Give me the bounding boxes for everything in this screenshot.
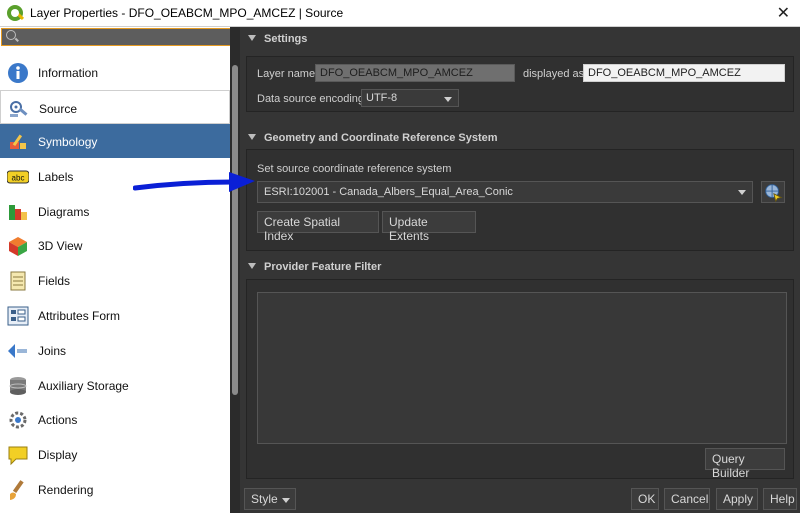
layer-name-label: Layer name [257, 68, 316, 80]
sidebar-item-label: Actions [38, 413, 78, 427]
sidebar-item-label: Source [39, 102, 78, 116]
auxiliary-storage-icon [9, 377, 27, 395]
sidebar-item-rendering[interactable]: Rendering [0, 472, 230, 506]
settings-section-header[interactable]: Settings [240, 27, 800, 49]
filter-section-header[interactable]: Provider Feature Filter [240, 255, 800, 277]
update-extents-button[interactable]: Update Extents [382, 211, 476, 243]
crs-selector-button[interactable] [761, 181, 785, 203]
sidebar-item-label: Symbology [38, 135, 98, 149]
sidebar-item-source[interactable]: Source [0, 90, 230, 124]
window-title: Layer Properties - DFO_OEABCM_MPO_AMCEZ … [30, 6, 344, 20]
displayed-as-field[interactable]: DFO_OEABCM_MPO_AMCEZ [583, 64, 785, 82]
sidebar-item-label: Attributes Form [38, 309, 121, 323]
globe-icon [765, 184, 783, 202]
sidebar-item-fields[interactable]: Fields [0, 263, 230, 297]
cancel-button[interactable]: Cancel [664, 488, 710, 510]
sidebar-item-label: Fields [38, 274, 71, 288]
section-title: Provider Feature Filter [264, 261, 382, 273]
filter-expression-box[interactable] [257, 292, 787, 444]
sidebar-scrollbar[interactable] [230, 27, 240, 513]
3d-view-icon [9, 237, 27, 256]
labels-icon: abc [7, 170, 29, 184]
rendering-icon [10, 480, 24, 500]
encoding-label: Data source encoding [257, 93, 365, 105]
apply-button[interactable]: Apply [716, 488, 758, 510]
filter-panel: Query Builder [246, 279, 794, 480]
info-icon [8, 63, 28, 83]
sidebar-item-label: Joins [38, 344, 67, 358]
create-spatial-index-button[interactable]: Create Spatial Index [257, 211, 379, 243]
crs-value: ESRI:102001 - Canada_Albers_Equal_Area_C… [264, 186, 513, 198]
sidebar-item-display[interactable]: Display [0, 437, 230, 471]
sidebar-item-3d-view[interactable]: 3D View [0, 228, 230, 262]
section-title: Settings [264, 33, 308, 45]
joins-icon [8, 344, 27, 358]
displayed-as-label: displayed as [523, 68, 585, 80]
collapse-triangle-icon[interactable] [248, 134, 256, 140]
chevron-down-icon [444, 97, 452, 102]
sidebar-item-diagrams[interactable]: Diagrams [0, 194, 230, 228]
qgis-logo-icon [7, 5, 23, 21]
crs-label: Set source coordinate reference system [257, 163, 452, 175]
labels-icon-text: abc [12, 174, 25, 183]
chevron-down-icon [282, 498, 290, 503]
sidebar-item-label: Information [38, 66, 99, 80]
symbology-icon [10, 134, 26, 149]
annotation-arrow-icon [133, 172, 255, 192]
geometry-section-header[interactable]: Geometry and Coordinate Reference System [240, 126, 800, 148]
main-panel: Settings Layer name DFO_OEABCM_MPO_AMCEZ… [240, 27, 800, 513]
sidebar-item-label: Display [38, 448, 78, 462]
sidebar-item-label: Rendering [38, 483, 94, 497]
encoding-select[interactable]: UTF-8 [361, 89, 459, 107]
title-bar: Layer Properties - DFO_OEABCM_MPO_AMCEZ … [0, 0, 800, 27]
actions-icon [9, 411, 27, 429]
layer-name-field[interactable]: DFO_OEABCM_MPO_AMCEZ [315, 64, 515, 82]
sidebar-item-symbology[interactable]: Symbology [0, 124, 230, 158]
sidebar-item-joins[interactable]: Joins [0, 333, 230, 367]
sidebar-item-label: Auxiliary Storage [38, 379, 129, 393]
close-icon[interactable]: ✕ [777, 3, 790, 23]
fields-icon [10, 271, 26, 291]
sidebar-item-auxiliary-storage[interactable]: Auxiliary Storage [0, 368, 230, 402]
sidebar-item-label: 3D View [38, 239, 83, 253]
diagrams-icon [9, 205, 27, 220]
search-icon [6, 30, 16, 40]
sidebar-item-label: Diagrams [38, 205, 90, 219]
scrollbar-thumb[interactable] [232, 65, 238, 395]
geometry-panel: Set source coordinate reference system E… [246, 149, 794, 251]
settings-panel: Layer name DFO_OEABCM_MPO_AMCEZ displaye… [246, 56, 794, 112]
collapse-triangle-icon[interactable] [248, 263, 256, 269]
source-icon [10, 101, 28, 117]
chevron-down-icon [738, 190, 746, 195]
sidebar-item-actions[interactable]: Actions [0, 402, 230, 436]
crs-select[interactable]: ESRI:102001 - Canada_Albers_Equal_Area_C… [257, 181, 753, 203]
sidebar-search-input[interactable] [1, 28, 237, 46]
section-title: Geometry and Coordinate Reference System [264, 132, 498, 144]
query-builder-button[interactable]: Query Builder [705, 448, 785, 480]
sidebar-item-information[interactable]: Information [0, 55, 230, 89]
encoding-value: UTF-8 [366, 92, 398, 104]
collapse-triangle-icon[interactable] [248, 35, 256, 41]
ok-button[interactable]: OK [631, 488, 659, 510]
style-label: Style [251, 492, 278, 506]
sidebar-item-attributes-form[interactable]: Attributes Form [0, 298, 230, 332]
help-button[interactable]: Help [763, 488, 797, 510]
display-icon [8, 446, 28, 466]
attributes-form-icon [7, 306, 29, 326]
sidebar: Information Source Symbology abc Labels … [0, 27, 237, 513]
style-dropdown-button[interactable]: Style [244, 488, 296, 510]
sidebar-item-label: Labels [38, 170, 74, 184]
